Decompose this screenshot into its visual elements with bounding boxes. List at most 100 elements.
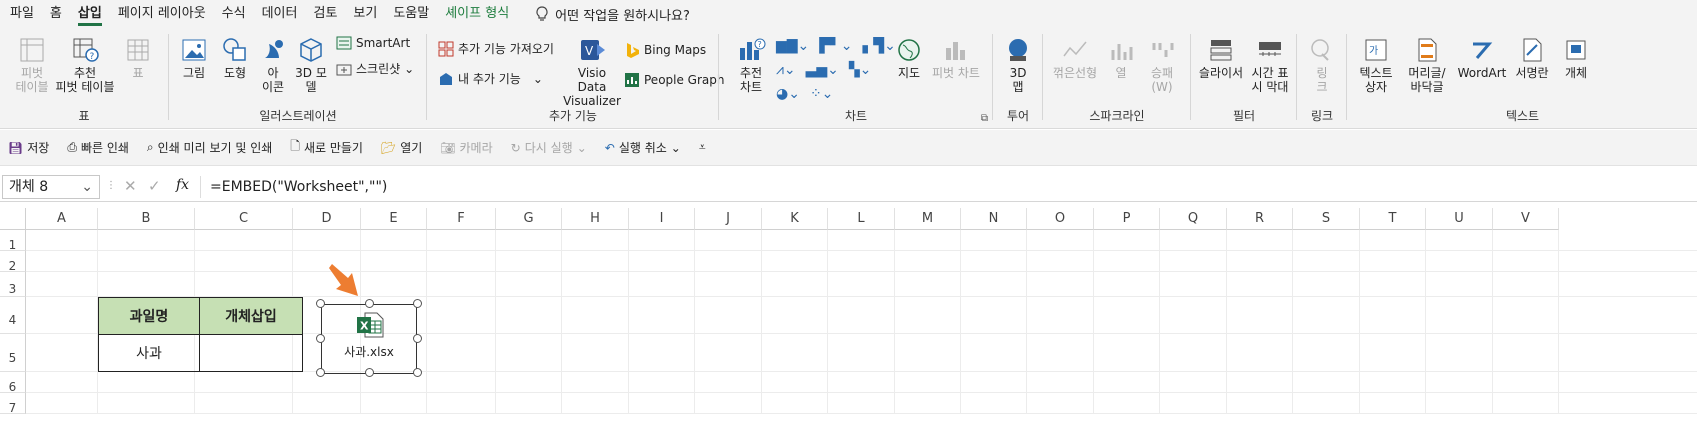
tab-0[interactable]: 파일	[2, 0, 42, 28]
bing-maps-button[interactable]: Bing Maps	[624, 42, 706, 58]
column-header[interactable]: R	[1227, 208, 1293, 230]
redo-button[interactable]: ↻ 다시 실행 ⌄	[511, 139, 587, 156]
column-header[interactable]: I	[629, 208, 695, 230]
open-button[interactable]: 📂︎ 열기	[381, 139, 422, 156]
picture-button[interactable]: 그림	[174, 36, 214, 80]
cancel-formula-icon[interactable]: ✕	[124, 177, 137, 195]
tab-5[interactable]: 데이터	[254, 0, 306, 28]
3d-map-button[interactable]: 3D 맵	[1002, 36, 1034, 94]
new-button[interactable]: 🗋︎ 새로 만들기	[290, 137, 363, 158]
visio-visualizer-button[interactable]: V Visio Data Visualizer	[562, 36, 622, 108]
column-header[interactable]: J	[695, 208, 762, 230]
row-header[interactable]: 3	[0, 272, 26, 297]
scatter-chart-icon[interactable]: ⁘⌄	[810, 86, 833, 102]
camera-button[interactable]: 📷︎ 카메라	[440, 139, 492, 156]
sparkline-winloss-button[interactable]: 승패 (W)	[1144, 36, 1180, 94]
my-addins-button[interactable]: 내 추가 기능 ⌄	[438, 70, 543, 87]
smartart-button[interactable]: SmartArt	[336, 36, 410, 50]
customize-qat-button[interactable]: ⩡	[699, 140, 706, 155]
slicer-button[interactable]: 슬라이서	[1196, 36, 1246, 80]
recommended-pivot-button[interactable]: ? 추천 피벗 테이블	[52, 36, 118, 94]
column-header[interactable]: H	[562, 208, 629, 230]
column-header[interactable]: A	[26, 208, 98, 230]
combo-chart-icon[interactable]: ▚⌄	[849, 62, 872, 78]
pivot-chart-button[interactable]: 피벗 차트	[928, 36, 984, 80]
column-header[interactable]: U	[1426, 208, 1493, 230]
row-header[interactable]: 1	[0, 230, 26, 252]
row-header[interactable]: 4	[0, 297, 26, 334]
object-button[interactable]: 개체	[1554, 36, 1598, 80]
recommended-charts-button[interactable]: ? 추전 차트	[732, 36, 770, 94]
column-header[interactable]: T	[1360, 208, 1426, 230]
icons-button[interactable]: 아 이콘	[256, 36, 290, 94]
resize-handle[interactable]	[316, 334, 325, 343]
enter-formula-icon[interactable]: ✓	[148, 177, 161, 195]
resize-handle[interactable]	[365, 368, 374, 377]
shapes-button[interactable]: 도형	[216, 36, 254, 80]
tab-2[interactable]: 삽입	[70, 0, 110, 28]
table-cell-object[interactable]	[199, 334, 303, 372]
table-button[interactable]: 표	[120, 36, 156, 80]
resize-handle[interactable]	[316, 368, 325, 377]
column-header[interactable]: L	[828, 208, 895, 230]
print-preview-button[interactable]: ⌕ 인쇄 미리 보기 및 인쇄	[147, 139, 272, 156]
tab-4[interactable]: 수식	[214, 0, 254, 28]
tab-6[interactable]: 검토	[305, 0, 345, 28]
resize-handle[interactable]	[316, 299, 325, 308]
signature-line-button[interactable]: 서명란	[1510, 36, 1554, 80]
table-header-object[interactable]: 개체삽입	[199, 297, 303, 335]
name-box[interactable]: 개체 8 ⌄	[2, 175, 100, 199]
sparkline-line-button[interactable]: 꺾은선형	[1050, 36, 1100, 80]
column-header[interactable]: K	[762, 208, 828, 230]
line-chart-icon[interactable]: ⩘⌄	[776, 62, 796, 78]
people-graph-button[interactable]: People Graph	[624, 72, 725, 88]
column-header[interactable]: G	[496, 208, 562, 230]
table-header-fruit[interactable]: 과일명	[98, 297, 200, 335]
tell-me-box[interactable]: 어떤 작업을 원하시나요?	[535, 5, 690, 24]
screenshot-button[interactable]: 스크린샷 ⌄	[336, 60, 414, 77]
column-header[interactable]: N	[961, 208, 1027, 230]
3d-models-button[interactable]: 3D 모델	[292, 36, 330, 94]
resize-handle[interactable]	[365, 299, 374, 308]
column-chart-icon[interactable]: ▆▇⌄	[776, 38, 809, 54]
column-header[interactable]: C	[195, 208, 293, 230]
resize-handle[interactable]	[413, 299, 422, 308]
pivot-table-button[interactable]: 피벗 테이블	[12, 36, 52, 94]
tab-7[interactable]: 보기	[345, 0, 385, 28]
timeline-button[interactable]: 시간 표시 막대	[1248, 36, 1292, 94]
waterfall-chart-icon[interactable]: ▖▜⌄	[863, 38, 896, 54]
select-all-corner[interactable]	[0, 208, 26, 230]
column-header[interactable]: S	[1293, 208, 1360, 230]
column-header[interactable]: M	[895, 208, 961, 230]
link-button[interactable]: 링크	[1306, 36, 1338, 94]
hierarchy-chart-icon[interactable]: ▛▘⌄	[819, 38, 852, 54]
row-header[interactable]: 5	[0, 334, 26, 372]
column-header[interactable]: E	[361, 208, 427, 230]
tab-8[interactable]: 도움말	[385, 0, 437, 28]
quick-print-button[interactable]: ⎙ 빠른 인쇄	[67, 139, 129, 156]
save-button[interactable]: 💾︎ 저장	[8, 139, 49, 156]
tab-9[interactable]: 셰이프 형식	[437, 0, 517, 28]
sparkline-column-button[interactable]: 열	[1106, 36, 1136, 80]
formula-input[interactable]: =EMBED("Worksheet","")	[210, 175, 387, 199]
embedded-object[interactable]: X 사과.xlsx	[321, 304, 417, 374]
column-header[interactable]: Q	[1160, 208, 1227, 230]
row-header[interactable]: 6	[0, 372, 26, 394]
get-addins-button[interactable]: 추가 기능 가져오기	[438, 40, 554, 57]
resize-handle[interactable]	[413, 334, 422, 343]
dialog-launcher-icon[interactable]: ⧉	[981, 113, 988, 124]
wordart-button[interactable]: WordArt	[1456, 36, 1508, 80]
table-cell-apple[interactable]: 사과	[98, 334, 200, 372]
tab-3[interactable]: 페이지 레이아웃	[110, 0, 214, 28]
column-header[interactable]: D	[293, 208, 361, 230]
pie-chart-icon[interactable]: ◕⌄	[776, 86, 800, 102]
row-header[interactable]: 7	[0, 393, 26, 415]
column-header[interactable]: P	[1094, 208, 1160, 230]
textbox-button[interactable]: 가 텍스트 상자	[1354, 36, 1398, 94]
row-header[interactable]: 2	[0, 251, 26, 273]
header-footer-button[interactable]: 머리글/바닥글	[1402, 36, 1452, 94]
column-header[interactable]: V	[1493, 208, 1559, 230]
statistic-chart-icon[interactable]: ▃▅⌄	[806, 62, 839, 78]
insert-function-icon[interactable]: fx	[176, 177, 189, 193]
column-header[interactable]: O	[1027, 208, 1094, 230]
